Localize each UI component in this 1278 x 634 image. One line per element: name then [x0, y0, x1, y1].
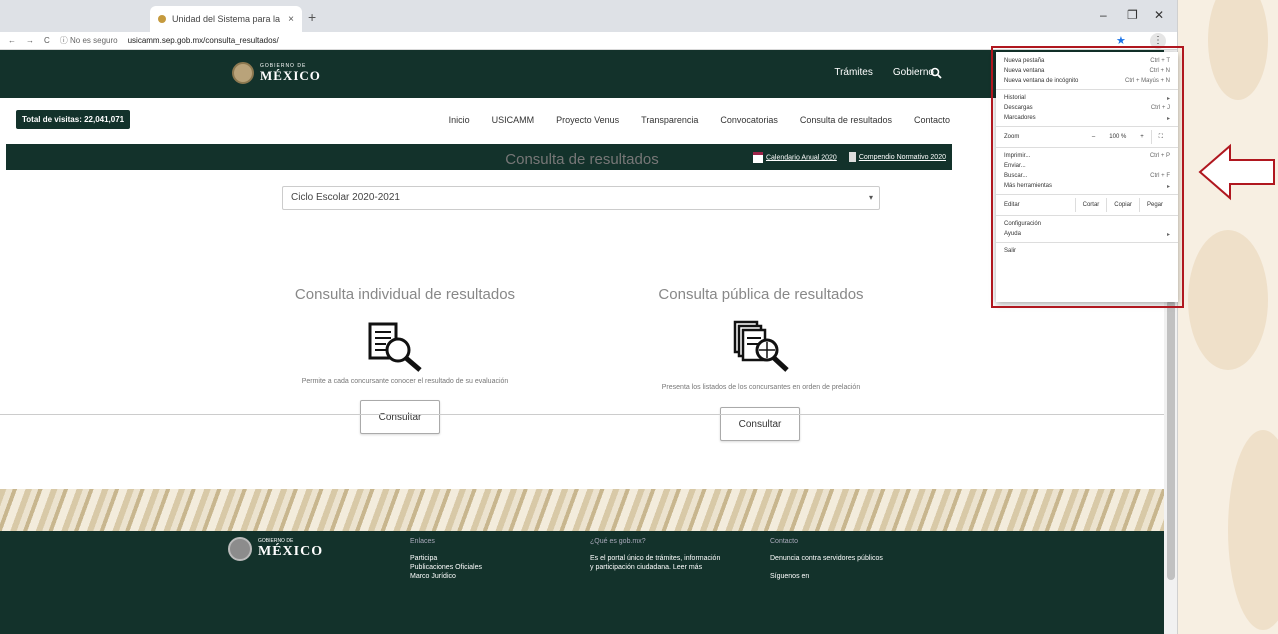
footer-link-denuncia[interactable]: Denuncia contra servidores públicos: [770, 554, 883, 563]
publica-title: Consulta pública de resultados: [658, 286, 864, 303]
footer-col2-head: ¿Qué es gob.mx?: [590, 538, 646, 545]
menu-transparencia[interactable]: Transparencia: [641, 115, 698, 125]
url-field[interactable]: usicamm.sep.gob.mx/consulta_resultados/: [128, 36, 279, 45]
decorative-pattern: [0, 489, 1164, 531]
section-divider: [0, 414, 1164, 415]
reload-button[interactable]: C: [44, 36, 50, 45]
menu-convocatorias[interactable]: Convocatorias: [720, 115, 778, 125]
ciclo-select-value: Ciclo Escolar 2020-2021: [291, 192, 400, 203]
footer-link-participa[interactable]: Participa: [410, 554, 482, 563]
individual-title: Consulta individual de resultados: [294, 286, 516, 303]
logo-big-text: MÉXICO: [260, 68, 321, 83]
decorative-background: [1178, 0, 1278, 634]
new-tab-button[interactable]: +: [308, 9, 316, 25]
menu-proyecto-venus[interactable]: Proyecto Venus: [556, 115, 619, 125]
footer-seal-icon: [228, 537, 252, 561]
forward-button[interactable]: →: [26, 36, 34, 45]
maximize-button[interactable]: ❐: [1127, 8, 1138, 22]
national-seal-icon: [232, 62, 254, 84]
nav-gobierno[interactable]: Gobierno: [893, 67, 934, 78]
page-title: Consulta de resultados: [505, 151, 659, 168]
menu-highlight-box: [991, 46, 1184, 308]
tab-close-icon[interactable]: ×: [288, 14, 294, 25]
footer-logo-big: MÉXICO: [258, 544, 324, 559]
consultar-publica-button[interactable]: Consultar: [720, 407, 800, 441]
footer-link-publicaciones[interactable]: Publicaciones Oficiales: [410, 563, 482, 572]
scrollbar-thumb[interactable]: [1167, 300, 1175, 580]
publica-desc: Presenta los listados de los concursante…: [661, 384, 861, 391]
tab-bar: Unidad del Sistema para la Carr × + – ❐ …: [0, 0, 1177, 32]
site-footer: GOBIERNO DE MÉXICO Enlaces Participa Pub…: [0, 531, 1164, 634]
page-viewport: GOBIERNO DE MÉXICO Trámites Gobierno Tot…: [0, 50, 1164, 634]
footer-col1-head: Enlaces: [410, 538, 435, 545]
arrow-pointer-icon: [1198, 143, 1275, 201]
documents-search-icon: [733, 320, 789, 372]
minimize-button[interactable]: –: [1100, 8, 1107, 22]
footer-col3-head: Contacto: [770, 538, 799, 545]
back-button[interactable]: ←: [8, 36, 16, 45]
chevron-down-icon: ▾: [868, 193, 873, 202]
site-subnav: Total de visitas: 22,041,071 Inicio USIC…: [0, 98, 1164, 144]
footer-siguenos: Síguenos en: [770, 573, 810, 580]
tab-title: Unidad del Sistema para la Carr: [172, 14, 282, 24]
menu-usicamm[interactable]: USICAMM: [492, 115, 535, 125]
gobierno-logo[interactable]: GOBIERNO DE MÉXICO: [232, 62, 321, 84]
visits-counter: Total de visitas: 22,041,071: [16, 110, 131, 129]
footer-link-marco[interactable]: Marco Jurídico: [410, 572, 482, 581]
footer-logo[interactable]: GOBIERNO DE MÉXICO: [228, 537, 323, 561]
main-menu: Inicio USICAMM Proyecto Venus Transparen…: [449, 115, 950, 125]
menu-contacto[interactable]: Contacto: [914, 115, 950, 125]
menu-inicio[interactable]: Inicio: [449, 115, 470, 125]
nav-tramites[interactable]: Trámites: [834, 67, 873, 78]
ciclo-select[interactable]: Ciclo Escolar 2020-2021 ▾: [282, 186, 880, 210]
footer-col2-line2[interactable]: y participación ciudadana. Leer más: [590, 563, 720, 572]
consultar-individual-button[interactable]: Consultar: [360, 400, 440, 434]
gov-nav: Trámites Gobierno: [834, 67, 934, 78]
menu-consulta-resultados[interactable]: Consulta de resultados: [800, 115, 892, 125]
gov-header: GOBIERNO DE MÉXICO Trámites Gobierno: [0, 50, 1164, 98]
individual-desc: Permite a cada concursante conocer el re…: [301, 378, 509, 385]
footer-col2-line1: Es el portal único de trámites, informac…: [590, 555, 721, 562]
search-icon[interactable]: [930, 67, 942, 79]
close-window-button[interactable]: ✕: [1154, 8, 1164, 22]
browser-tab[interactable]: Unidad del Sistema para la Carr ×: [150, 6, 302, 32]
document-search-icon: [368, 322, 422, 372]
favicon-icon: [158, 15, 166, 23]
security-indicator[interactable]: ⓘ No es seguro: [60, 35, 118, 46]
